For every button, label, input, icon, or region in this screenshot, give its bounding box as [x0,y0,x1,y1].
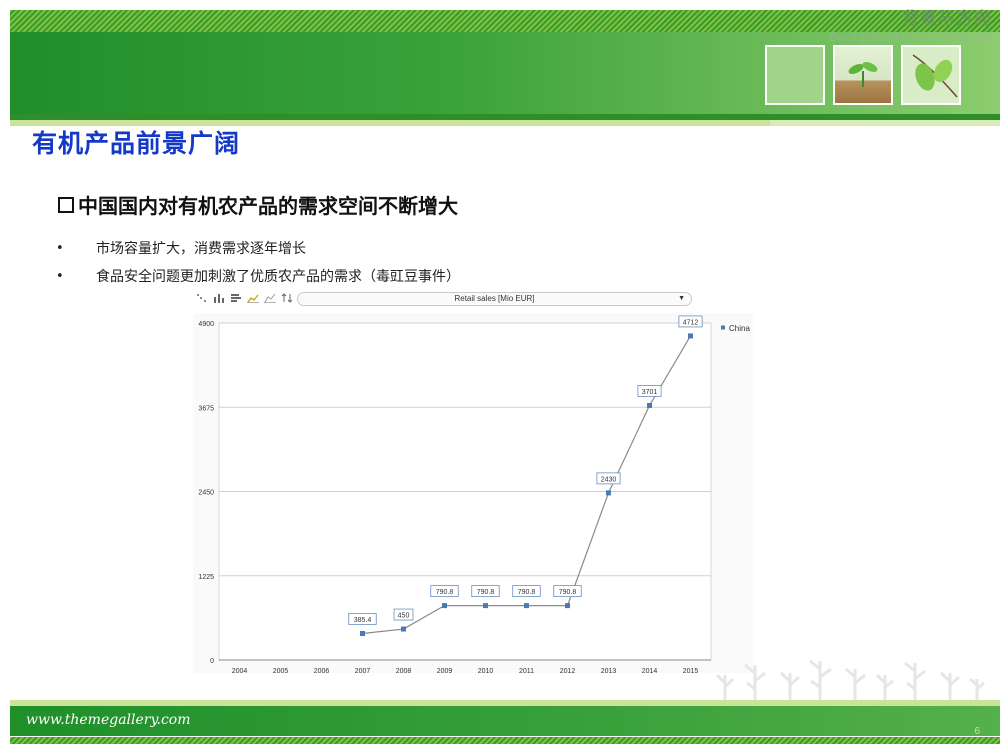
data-point [688,333,693,339]
x-tick-label: 2006 [314,668,330,673]
decorative-plants-illustration [715,659,985,700]
checkbox-square-icon [58,196,74,213]
x-tick-label: 2004 [232,668,248,673]
line-chart-icon[interactable] [244,293,261,306]
x-tick-label: 2015 [683,668,699,673]
header-thumbnail-leaves [901,45,961,105]
x-tick-label: 2011 [519,668,534,673]
measure-select-value: Retail sales [Mio EUR] [454,294,535,303]
bullet-text: 食品安全问题更加刺激了优质农产品的需求（毒豇豆事件） [96,269,460,285]
bullet-list: • 市场容量扩大，消费需求逐年增长 • 食品安全问题更加刺激了优质农产品的需求（… [56,234,460,290]
y-tick-label: 2450 [198,490,214,497]
data-label: 790.8 [436,589,454,596]
data-point [401,626,406,632]
scatter-chart-icon[interactable] [193,293,210,306]
horizontal-bar-icon[interactable] [227,293,244,306]
header-thumbnail-green [765,45,825,105]
bar-chart-icon[interactable] [210,293,227,306]
data-point [606,490,611,496]
data-point [524,603,529,609]
data-label: 2430 [601,476,617,483]
x-tick-label: 2013 [601,668,617,673]
data-label: 385.4 [354,617,372,624]
bullet-icon: • [56,240,64,256]
footer-stripe [10,737,1000,744]
data-point [483,603,488,609]
sort-icon[interactable] [278,292,295,306]
header-accent-line-right [770,120,1000,126]
data-point [565,603,570,609]
heading-text: 中国国内对有机农产品的需求空间不断增大 [78,194,458,218]
x-tick-label: 2010 [478,668,494,673]
page-title: 有机产品前景广阔 [32,129,241,158]
data-point [647,402,652,408]
dropdown-arrow-icon: ▼ [678,295,685,302]
bullet-text: 市场容量扩大，消费需求逐年增长 [96,241,306,257]
measure-select[interactable]: Retail sales [Mio EUR] ▼ [297,292,692,306]
data-label: 790.8 [518,589,536,596]
section-heading: 中国国内对有机农产品的需求空间不断增大 [58,190,458,219]
chart-panel: 0 1225 2450 3675 4900 2004 2005 2006 2007 2008 200… [193,313,753,675]
data-point [442,603,447,609]
x-tick-label: 2007 [355,668,371,673]
x-tick-label: 2012 [560,668,576,673]
footer-url: www.themegallery.com [26,712,191,728]
x-tick-label: 2014 [642,668,658,673]
list-item: • 食品安全问题更加刺激了优质农产品的需求（毒豇豆事件） [56,262,460,290]
y-tick-label: 0 [210,658,214,665]
header-stripe [10,10,1000,32]
page-number: 6 [974,726,980,737]
data-label: 4712 [683,319,699,326]
header-thumbnail-sprout [833,45,893,105]
data-label: 790.8 [559,589,577,596]
bullet-icon: • [56,268,64,284]
data-label: 450 [398,613,410,620]
list-item: • 市场容量扩大，消费需求逐年增长 [56,234,460,262]
x-tick-label: 2009 [437,668,453,673]
legend-marker [721,325,725,330]
y-tick-label: 1225 [198,574,214,581]
section-title: 背景与方向 [902,9,992,29]
section-subtitle: Background and Orientation [829,30,992,44]
legend-label: China [729,324,750,333]
data-point [360,630,365,636]
line-chart: 0 1225 2450 3675 4900 2004 2005 2006 2007 2008 200… [198,315,750,675]
y-tick-label: 3675 [198,405,214,412]
y-tick-label: 4900 [198,321,214,328]
chart-toolbar: Retail sales [Mio EUR] ▼ [193,291,693,307]
x-tick-label: 2008 [396,668,412,673]
data-label: 3701 [642,389,658,396]
x-tick-label: 2005 [273,668,289,673]
data-label: 790.8 [477,589,495,596]
area-chart-icon[interactable] [261,293,278,306]
